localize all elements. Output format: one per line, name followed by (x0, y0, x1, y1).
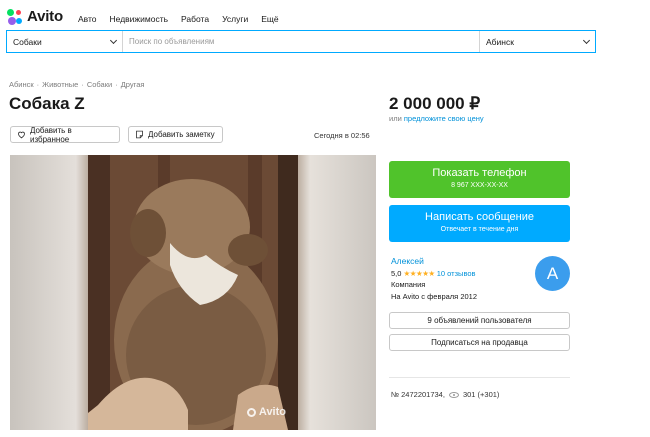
search-input[interactable] (123, 31, 479, 52)
city-value: Абинск (486, 36, 514, 47)
note-label: Добавить заметку (148, 130, 215, 139)
chevron-down-icon (582, 36, 591, 44)
listing-meta: № 2472201734, 301 (+301) (391, 390, 499, 399)
category-select[interactable]: Собаки (7, 31, 123, 52)
eye-icon (448, 391, 459, 398)
avito-logo[interactable]: Avito (7, 8, 63, 25)
crumb-sep: · (81, 80, 84, 89)
logo-text: Avito (27, 8, 63, 25)
note-icon (136, 130, 143, 139)
subscribe-seller-button[interactable]: Подписаться на продавца (389, 334, 570, 351)
crumb-dogs[interactable]: Собаки (87, 80, 112, 89)
crumb-other[interactable]: Другая (121, 80, 145, 89)
breadcrumb: Абинск · Животные · Собаки · Другая (9, 80, 144, 89)
seller-type: Компания (391, 280, 426, 289)
write-message-label: Написать сообщение (425, 211, 534, 223)
listing-id: № 2472201734, (391, 390, 445, 399)
watermark-text: Avito (258, 406, 286, 418)
price-offer-prefix: или (389, 114, 402, 123)
favorites-label: Добавить в избранное (29, 125, 72, 144)
heart-icon (18, 131, 25, 139)
seller-since: На Avito с февраля 2012 (391, 291, 478, 301)
phone-number: 8 967 XXX-XX-XX (451, 182, 508, 189)
nav-services[interactable]: Услуги (222, 14, 248, 24)
listing-photo[interactable]: Avito (10, 155, 376, 430)
nav-auto[interactable]: Авто (78, 14, 97, 24)
show-phone-label: Показать телефон (432, 167, 527, 179)
chevron-down-icon (109, 36, 118, 44)
offer-price-link[interactable]: предложите свою цену (404, 114, 484, 123)
avatar[interactable]: A (535, 256, 570, 291)
watermark-logo-icon (246, 407, 256, 417)
star-rating-icon: ★★★★★ (403, 268, 436, 278)
nav-realty[interactable]: Недвижимость (110, 14, 168, 24)
avito-watermark: Avito (246, 406, 286, 418)
top-nav: Авто Недвижимость Работа Услуги Ещё (78, 14, 279, 24)
dog-photo-image (88, 155, 298, 430)
nav-more[interactable]: Ещё (261, 14, 278, 24)
category-value: Собаки (13, 36, 42, 47)
logo-icon (7, 8, 23, 25)
add-note-button[interactable]: Добавить заметку (128, 126, 223, 143)
seller-rating: 5,0 ★★★★★ 10 отзывов (391, 268, 477, 280)
rating-value: 5,0 (391, 268, 402, 278)
search-bar: Собаки Абинск (6, 30, 596, 53)
publish-date: Сегодня в 02:56 (314, 131, 370, 140)
crumb-animals[interactable]: Животные (42, 80, 78, 89)
page-title: Собака Z (9, 94, 85, 113)
crumb-city[interactable]: Абинск (9, 80, 34, 89)
price-offer: или предложите свою цену (389, 114, 484, 123)
reviews-link[interactable]: 10 отзывов (437, 269, 476, 278)
view-count: 301 (+301) (462, 390, 500, 399)
seller-name[interactable]: Алексей (391, 256, 477, 268)
show-phone-button[interactable]: Показать телефон 8 967 XXX-XX-XX (389, 161, 570, 198)
user-listings-button[interactable]: 9 объявлений пользователя (389, 312, 570, 329)
price: 2 000 000 ₽ (389, 94, 481, 113)
divider (389, 377, 570, 378)
add-to-favorites-button[interactable]: Добавить в избранное (10, 125, 120, 144)
response-time: Отвечает в течение дня (440, 226, 519, 233)
city-select[interactable]: Абинск (479, 31, 595, 52)
seller-info: Алексей 5,0 ★★★★★ 10 отзывов Компания На… (391, 256, 477, 302)
write-message-button[interactable]: Написать сообщение Отвечает в течение дн… (389, 205, 570, 242)
crumb-sep: · (36, 80, 40, 89)
crumb-sep: · (115, 80, 118, 89)
nav-jobs[interactable]: Работа (181, 14, 209, 24)
